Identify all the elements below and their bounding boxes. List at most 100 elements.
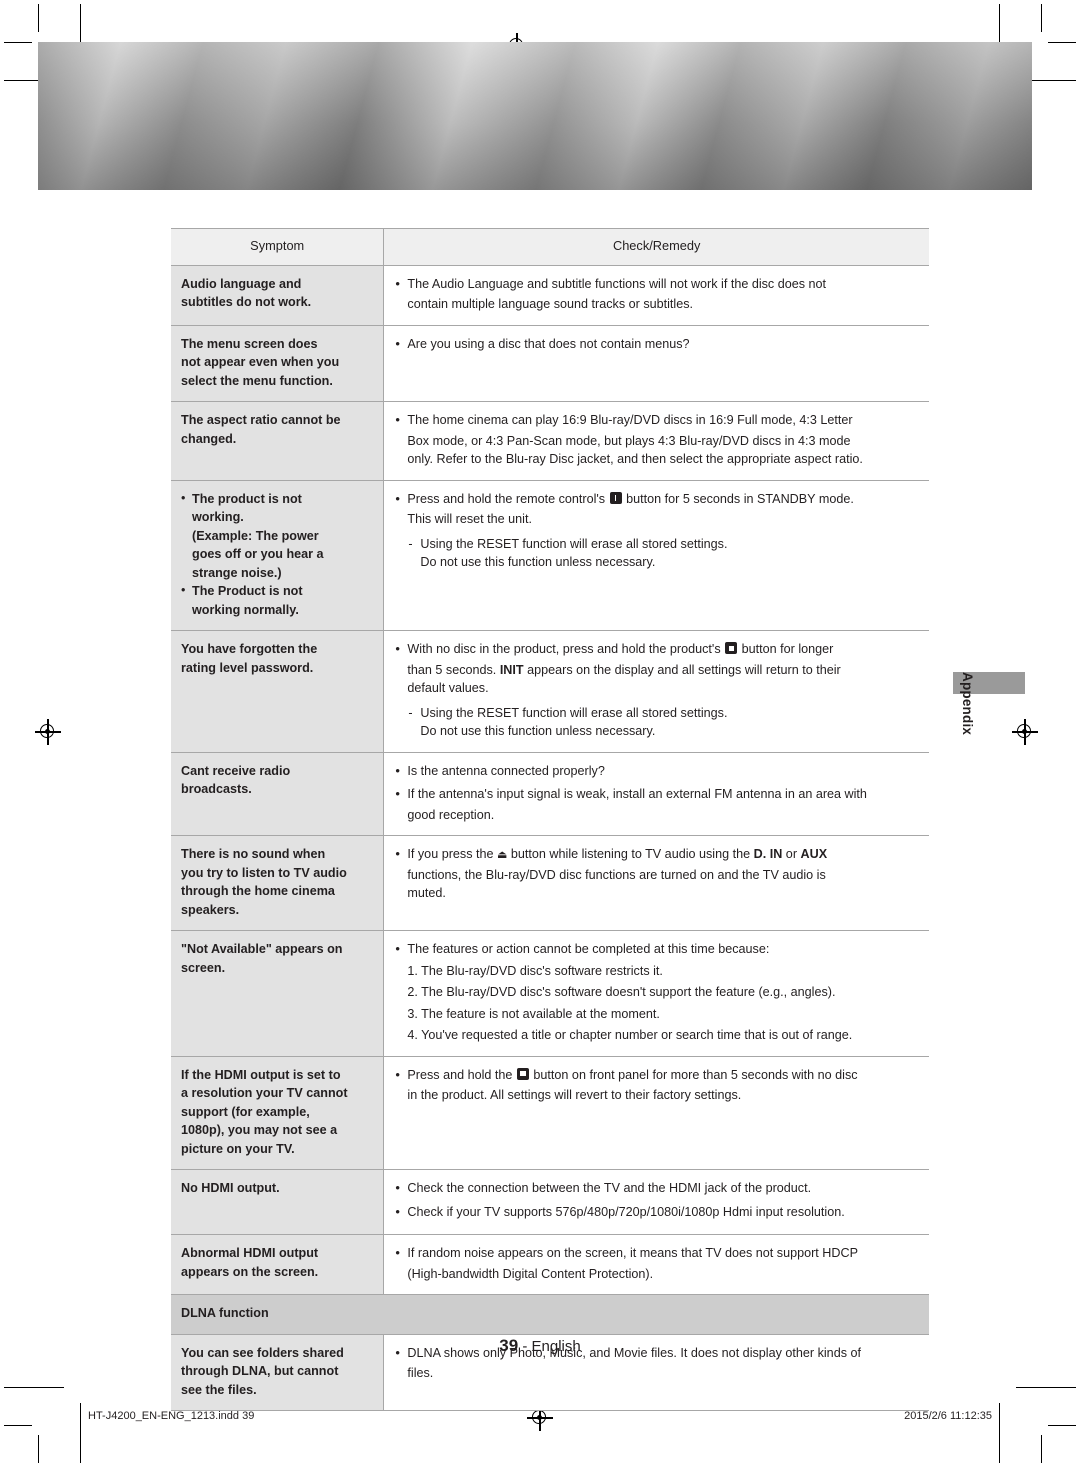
remedy-cell: With no disc in the product, press and h… (383, 630, 929, 753)
table-row: The menu screen does not appear even whe… (171, 325, 929, 403)
table-row: The product is not working. (Example: Th… (171, 480, 929, 632)
remedy-cell: Press and hold the remote control's butt… (383, 480, 929, 632)
print-footer-timestamp: 2015/2/6 11:12:35 (904, 1410, 992, 1422)
remedy-line: muted. (407, 886, 446, 901)
symptom-line: 1080p), you may not see a (181, 1123, 338, 1138)
symptom-line: No HDMI output. (181, 1181, 280, 1196)
symptom-line: select the menu function. (181, 373, 333, 388)
remedy-bullet: With no disc in the product, press and h… (394, 639, 919, 659)
symptom-cell: The product is not working. (Example: Th… (171, 480, 385, 632)
remedy-numbered-line: 4. You've requested a title or chapter n… (407, 1028, 853, 1043)
symptom-cell: The menu screen does not appear even whe… (171, 325, 385, 403)
symptom-line: rating level password. (181, 660, 314, 675)
table-row: Cant receive radio broadcasts. Is the an… (171, 752, 929, 837)
symptom-cell: If the HDMI output is set to a resolutio… (171, 1056, 385, 1171)
table-row: Audio language and subtitles do not work… (171, 265, 929, 326)
table-section-row: DLNA function (171, 1294, 929, 1335)
power-standby-button-icon (609, 491, 622, 504)
symptom-line: working normally. (192, 602, 299, 617)
remedy-bullet: The Audio Language and subtitle function… (394, 274, 919, 294)
symptom-line: a resolution your TV cannot (181, 1086, 348, 1101)
table-row: The aspect ratio cannot be changed. The … (171, 401, 929, 481)
symptom-line: The aspect ratio cannot be (181, 413, 341, 428)
symptom-cell: No HDMI output. (171, 1169, 385, 1236)
crop-mark-top-right-v (1041, 4, 1042, 32)
remedy-text-pre: Press and hold the remote control's (407, 491, 609, 506)
remedy-numbered-line: 1. The Blu-ray/DVD disc's software restr… (407, 963, 663, 978)
remedy-bullet: Is the antenna connected properly? (394, 761, 919, 781)
table-header-row: Symptom Check/Remedy (171, 228, 929, 266)
stop-button-icon (516, 1067, 529, 1080)
remedy-cell: Is the antenna connected properly? If th… (383, 752, 929, 837)
symptom-cell: Audio language and subtitles do not work… (171, 265, 385, 326)
crop-mark-bottom-left-v (38, 1435, 39, 1463)
remedy-line: functions, the Blu-ray/DVD disc function… (407, 867, 826, 882)
print-footer-filename: HT-J4200_EN-ENG_1213.indd 39 (88, 1410, 255, 1422)
crop-mark-bottom-right-v (1041, 1435, 1042, 1463)
symptom-line: "Not Available" appears on (181, 942, 343, 957)
symptom-line: goes off or you hear a (192, 547, 324, 562)
symptom-cell: Cant receive radio broadcasts. (171, 752, 385, 837)
table-row: If the HDMI output is set to a resolutio… (171, 1056, 929, 1171)
symptom-line: (Example: The power (192, 528, 319, 543)
remedy-line: contain multiple language sound tracks o… (407, 297, 694, 312)
symptom-line: Audio language and (181, 276, 302, 291)
table-row: Abnormal HDMI output appears on the scre… (171, 1234, 929, 1296)
remedy-line: in the product. All settings will revert… (407, 1088, 742, 1103)
page-footer-number: 39 - English (0, 1336, 1080, 1356)
symptom-line: support (for example, (181, 1104, 310, 1119)
remedy-cell: If random noise appears on the screen, i… (383, 1234, 929, 1296)
symptom-line: changed. (181, 431, 237, 446)
table-row: There is no sound when you try to listen… (171, 835, 929, 932)
remedy-subline: Do not use this function unless necessar… (420, 724, 656, 739)
remedy-text-pre: Press and hold the (407, 1067, 516, 1082)
crop-mark-top-left-v (38, 4, 39, 32)
crop-mark-top-left-h (4, 42, 32, 43)
remedy-line: default values. (407, 681, 489, 696)
symptom-line: subtitles do not work. (181, 295, 312, 310)
symptom-line: There is no sound when (181, 847, 326, 862)
remedy-cell: The home cinema can play 16:9 Blu-ray/DV… (383, 401, 929, 481)
remedy-subline: Do not use this function unless necessar… (420, 555, 656, 570)
remedy-bullet: If the antenna's input signal is weak, i… (394, 784, 919, 804)
header-banner-image (38, 42, 1032, 190)
symptom-line: you try to listen to TV audio (181, 865, 347, 880)
remedy-line: (High-bandwidth Digital Content Protecti… (407, 1266, 654, 1281)
symptom-cell: You have forgotten the rating level pass… (171, 630, 385, 753)
symptom-cell: Abnormal HDMI output appears on the scre… (171, 1234, 385, 1296)
symptom-line: not appear even when you (181, 355, 340, 370)
remedy-line: files. (407, 1366, 434, 1381)
crop-mark-bottom-left-v2 (80, 1403, 81, 1463)
table-header-remedy: Check/Remedy (383, 228, 929, 266)
remedy-line: than 5 seconds. INIT appears on the disp… (407, 662, 841, 677)
remedy-numbered-line: 3. The feature is not available at the m… (407, 1006, 660, 1021)
crop-mark-bottom-right-h (1048, 1425, 1076, 1426)
remedy-text-post: button on front panel for more than 5 se… (529, 1067, 858, 1082)
symptom-line: speakers. (181, 902, 240, 917)
symptom-cell: The aspect ratio cannot be changed. (171, 401, 385, 481)
remedy-bullet: Press and hold the remote control's butt… (394, 489, 919, 509)
symptom-line: picture on your TV. (181, 1141, 295, 1156)
crop-mark-bottom-right-v2 (999, 1403, 1000, 1463)
page-number: 39 (499, 1336, 519, 1355)
remedy-bullet: Press and hold the button on front panel… (394, 1065, 919, 1085)
crop-mark-top-right-h (1048, 42, 1076, 43)
remedy-bullet: Check the connection between the TV and … (394, 1178, 919, 1198)
table-header-symptom: Symptom (171, 228, 385, 266)
registration-mark-left (35, 719, 61, 745)
remedy-line: This will reset the unit. (407, 512, 532, 527)
symptom-cell: "Not Available" appears on screen. (171, 930, 385, 1057)
remedy-bullet: The features or action cannot be complet… (394, 939, 919, 959)
remedy-cell: Press and hold the button on front panel… (383, 1056, 929, 1171)
symptom-line: You have forgotten the (181, 642, 318, 657)
table-row: "Not Available" appears on screen. The f… (171, 930, 929, 1057)
remedy-line: good reception. (407, 807, 495, 822)
symptom-line: see the files. (181, 1382, 257, 1397)
remedy-line: only. Refer to the Blu-ray Disc jacket, … (407, 452, 863, 467)
remedy-bullet: Check if your TV supports 576p/480p/720p… (394, 1202, 919, 1222)
crop-mark-bottom-left-h2 (4, 1387, 64, 1388)
remedy-text-post: button for 5 seconds in STANDBY mode. (622, 491, 854, 506)
symptom-line: working. (192, 510, 244, 525)
remedy-line: Box mode, or 4:3 Pan-Scan mode, but play… (407, 433, 851, 448)
side-tab-appendix: Appendix (953, 672, 1025, 822)
